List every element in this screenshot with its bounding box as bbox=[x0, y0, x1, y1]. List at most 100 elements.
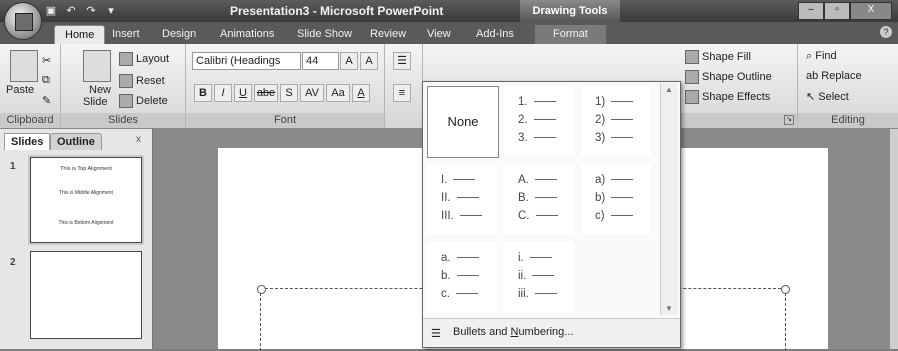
font-name-combo[interactable]: Calibri (Headings bbox=[192, 52, 301, 70]
minimize-button[interactable]: – bbox=[798, 2, 824, 20]
slide-number: 1 bbox=[10, 161, 16, 172]
font-size-combo[interactable]: 44 bbox=[302, 52, 339, 70]
paste-icon bbox=[10, 50, 38, 82]
numbering-style-alpha-upper[interactable]: A. B. C. bbox=[504, 164, 574, 234]
list-marker: c) bbox=[595, 210, 605, 222]
shape-fill-icon bbox=[685, 50, 699, 64]
paste-button[interactable]: Paste bbox=[6, 84, 34, 96]
help-icon[interactable]: ? bbox=[880, 26, 892, 38]
align-left-icon[interactable]: ≡ bbox=[393, 84, 411, 102]
underline-button[interactable]: U bbox=[234, 84, 252, 102]
new-slide-button-line2[interactable]: Slide bbox=[83, 96, 107, 108]
font-color-button[interactable]: A bbox=[352, 84, 370, 102]
delete-button[interactable]: Delete bbox=[136, 95, 168, 107]
resize-handle[interactable] bbox=[257, 285, 266, 294]
list-marker: A. bbox=[518, 174, 529, 186]
tab-insert[interactable]: Insert bbox=[112, 25, 140, 44]
scroll-down-icon[interactable]: ▼ bbox=[665, 304, 673, 313]
vertical-scrollbar[interactable] bbox=[890, 129, 898, 349]
list-marker: c. bbox=[441, 288, 450, 300]
panel-close-icon[interactable]: x bbox=[136, 134, 141, 145]
shadow-button[interactable]: S bbox=[280, 84, 298, 102]
save-icon[interactable]: ▣ bbox=[44, 4, 58, 18]
replace-icon: ab bbox=[806, 70, 822, 82]
maximize-button[interactable]: ▫ bbox=[824, 2, 850, 20]
bullets-and-numbering-item[interactable]: ☰ Bullets and Numbering... bbox=[423, 318, 680, 347]
tab-review[interactable]: Review bbox=[370, 25, 406, 44]
resize-handle[interactable] bbox=[781, 285, 790, 294]
tab-slide-show[interactable]: Slide Show bbox=[297, 25, 352, 44]
new-slide-icon bbox=[83, 50, 111, 82]
gallery-scrollbar[interactable]: ▲ ▼ bbox=[660, 83, 678, 315]
list-marker: II. bbox=[441, 192, 451, 204]
list-marker: 1. bbox=[518, 96, 528, 108]
window-title: Presentation3 - Microsoft PowerPoint bbox=[230, 4, 444, 18]
numbering-style-alpha-lower-dot[interactable]: a. b. c. bbox=[427, 242, 497, 312]
format-painter-icon[interactable]: ✎ bbox=[42, 94, 51, 107]
find-button[interactable]: Find bbox=[815, 50, 836, 62]
shrink-font-icon[interactable]: A bbox=[360, 52, 378, 70]
replace-button[interactable]: Replace bbox=[821, 70, 861, 82]
slide-thumbnail-2[interactable] bbox=[30, 251, 142, 339]
tab-animations[interactable]: Animations bbox=[220, 25, 274, 44]
group-editing: ⌕ Find ab Replace ↖ Select Editing bbox=[798, 44, 898, 128]
clipboard-group-label: Clipboard bbox=[0, 113, 60, 128]
grow-font-icon[interactable]: A bbox=[340, 52, 358, 70]
list-marker: III. bbox=[441, 210, 454, 222]
layout-icon bbox=[119, 52, 133, 66]
ribbon-tabs: Home Insert Design Animations Slide Show… bbox=[0, 22, 898, 45]
tab-home[interactable]: Home bbox=[54, 25, 106, 45]
bullets-and-numbering-label: Bullets and Numbering... bbox=[453, 326, 574, 338]
title-bar: ▣ ↶ ↷ ▾ Presentation3 - Microsoft PowerP… bbox=[0, 0, 898, 22]
list-marker: B. bbox=[518, 192, 529, 204]
drawing-tools-context-header: Drawing Tools bbox=[520, 0, 620, 22]
shape-fill-button[interactable]: Shape Fill bbox=[702, 51, 751, 63]
close-button[interactable]: X bbox=[850, 2, 892, 20]
tab-outline-panel[interactable]: Outline bbox=[50, 133, 102, 150]
reset-icon bbox=[119, 74, 133, 88]
select-icon: ↖ bbox=[806, 91, 819, 103]
drawing-launcher-icon[interactable]: ↘ bbox=[784, 115, 794, 125]
tab-view[interactable]: View bbox=[427, 25, 451, 44]
change-case-button[interactable]: Aa bbox=[326, 84, 350, 102]
char-spacing-button[interactable]: AV bbox=[300, 84, 324, 102]
select-button[interactable]: Select bbox=[818, 91, 849, 103]
slide-thumbnail-1[interactable]: This is Top Alignment This is Middle Ali… bbox=[30, 157, 142, 243]
tab-add-ins[interactable]: Add-Ins bbox=[476, 25, 514, 44]
layout-button[interactable]: Layout bbox=[136, 53, 169, 65]
shape-outline-button[interactable]: Shape Outline bbox=[702, 71, 772, 83]
tab-slides-panel[interactable]: Slides bbox=[4, 133, 51, 150]
numbering-style-alpha-lower-paren[interactable]: a) b) c) bbox=[581, 164, 651, 234]
list-marker: iii. bbox=[518, 288, 529, 300]
thumb-text-bottom: This is Bottom Alignment bbox=[58, 220, 114, 226]
numbering-style-roman-lower[interactable]: i. ii. iii. bbox=[504, 242, 574, 312]
list-marker: a. bbox=[441, 252, 451, 264]
numbering-style-1-dot[interactable]: 1. 2. 3. bbox=[504, 86, 574, 156]
numbering-none[interactable]: None bbox=[427, 86, 499, 158]
strikethrough-button[interactable]: abe bbox=[254, 84, 278, 102]
bold-button[interactable]: B bbox=[194, 84, 212, 102]
bullets-icon[interactable]: ☰ bbox=[393, 52, 411, 70]
shape-effects-button[interactable]: Shape Effects bbox=[702, 91, 770, 103]
tab-format[interactable]: Format bbox=[535, 25, 606, 44]
window-controls: – ▫ X bbox=[798, 2, 892, 20]
cut-icon[interactable]: ✂ bbox=[42, 54, 51, 67]
reset-button[interactable]: Reset bbox=[136, 75, 165, 87]
italic-button[interactable]: I bbox=[214, 84, 232, 102]
find-icon: ⌕ bbox=[806, 50, 816, 62]
numbering-style-roman-upper[interactable]: I. II. III. bbox=[427, 164, 497, 234]
shape-outline-icon bbox=[685, 70, 699, 84]
thumb-text-middle: This is Middle Alignment bbox=[59, 190, 113, 196]
redo-icon[interactable]: ↷ bbox=[84, 4, 98, 18]
qat-customize-icon[interactable]: ▾ bbox=[104, 4, 118, 18]
undo-icon[interactable]: ↶ bbox=[64, 4, 78, 18]
new-slide-button[interactable]: New bbox=[89, 84, 111, 96]
office-button[interactable] bbox=[4, 2, 42, 40]
numbering-style-1-paren[interactable]: 1) 2) 3) bbox=[581, 86, 651, 156]
thumb-text-top: This is Top Alignment bbox=[60, 166, 112, 172]
scroll-up-icon[interactable]: ▲ bbox=[665, 85, 673, 94]
group-clipboard: Paste ✂ ⧉ ✎ Clipboard bbox=[0, 44, 61, 128]
tab-design[interactable]: Design bbox=[162, 25, 196, 44]
list-marker: 3. bbox=[518, 132, 528, 144]
copy-icon[interactable]: ⧉ bbox=[42, 74, 50, 87]
